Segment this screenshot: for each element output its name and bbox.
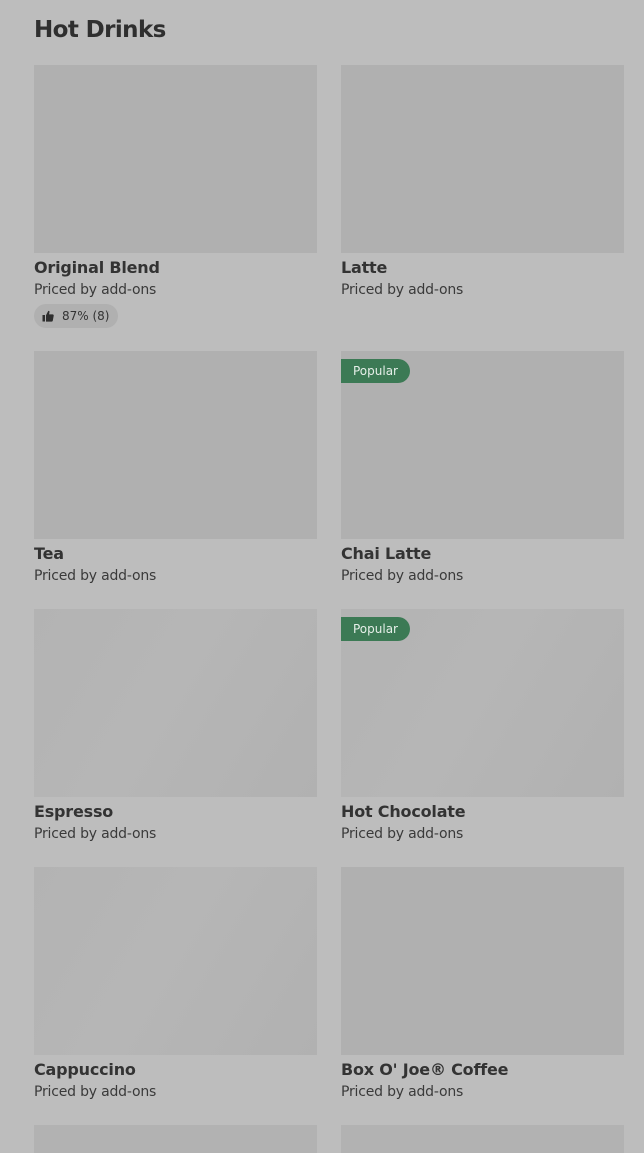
rating-text: 87% (8) <box>62 309 110 323</box>
item-price: Priced by add-ons <box>34 282 157 298</box>
item-image[interactable] <box>34 1125 317 1153</box>
item-price: Priced by add-ons <box>34 826 157 842</box>
item-image[interactable] <box>34 609 317 797</box>
item-name: Chai Latte <box>341 544 432 563</box>
item-name: Box O' Joe® Coffee <box>341 1060 509 1079</box>
item-price: Priced by add-ons <box>341 568 464 584</box>
item-price: Priced by add-ons <box>341 282 464 298</box>
menu-item-hot-chocolate[interactable]: Popular Hot Chocolate Priced by add-ons <box>341 609 624 867</box>
item-image[interactable] <box>341 1125 624 1153</box>
item-image[interactable] <box>34 65 317 253</box>
item-image[interactable]: Popular <box>341 351 624 539</box>
item-image[interactable] <box>34 867 317 1055</box>
item-name: Original Blend <box>34 258 160 277</box>
thumbs-up-icon <box>42 310 54 322</box>
item-price: Priced by add-ons <box>341 826 464 842</box>
rating-badge: 87% (8) <box>34 304 119 328</box>
item-price: Priced by add-ons <box>341 1084 464 1100</box>
item-name: Espresso <box>34 802 114 821</box>
item-name: Tea <box>34 544 64 563</box>
menu-item-cappuccino[interactable]: Cappuccino Priced by add-ons <box>34 867 317 1125</box>
item-name: Latte <box>341 258 388 277</box>
section-title: Hot Drinks <box>34 17 166 43</box>
item-image[interactable] <box>341 867 624 1055</box>
item-name: Cappuccino <box>34 1060 136 1079</box>
item-image[interactable] <box>341 65 624 253</box>
item-name: Hot Chocolate <box>341 802 466 821</box>
popular-badge: Popular <box>341 617 410 641</box>
menu-item-box-o-joe-coffee[interactable]: Box O' Joe® Coffee Priced by add-ons <box>341 867 624 1125</box>
item-image[interactable] <box>34 351 317 539</box>
menu-item-original-blend[interactable]: Original Blend Priced by add-ons 87% (8) <box>34 65 317 351</box>
item-price: Priced by add-ons <box>34 568 157 584</box>
menu-item-grid: Original Blend Priced by add-ons 87% (8)… <box>34 65 624 1125</box>
menu-item-espresso[interactable]: Espresso Priced by add-ons <box>34 609 317 867</box>
popular-badge: Popular <box>341 359 410 383</box>
item-image[interactable]: Popular <box>341 609 624 797</box>
menu-item-latte[interactable]: Latte Priced by add-ons <box>341 65 624 351</box>
next-row-partial <box>34 1125 624 1153</box>
menu-item-chai-latte[interactable]: Popular Chai Latte Priced by add-ons <box>341 351 624 609</box>
item-price: Priced by add-ons <box>34 1084 157 1100</box>
menu-item-tea[interactable]: Tea Priced by add-ons <box>34 351 317 609</box>
